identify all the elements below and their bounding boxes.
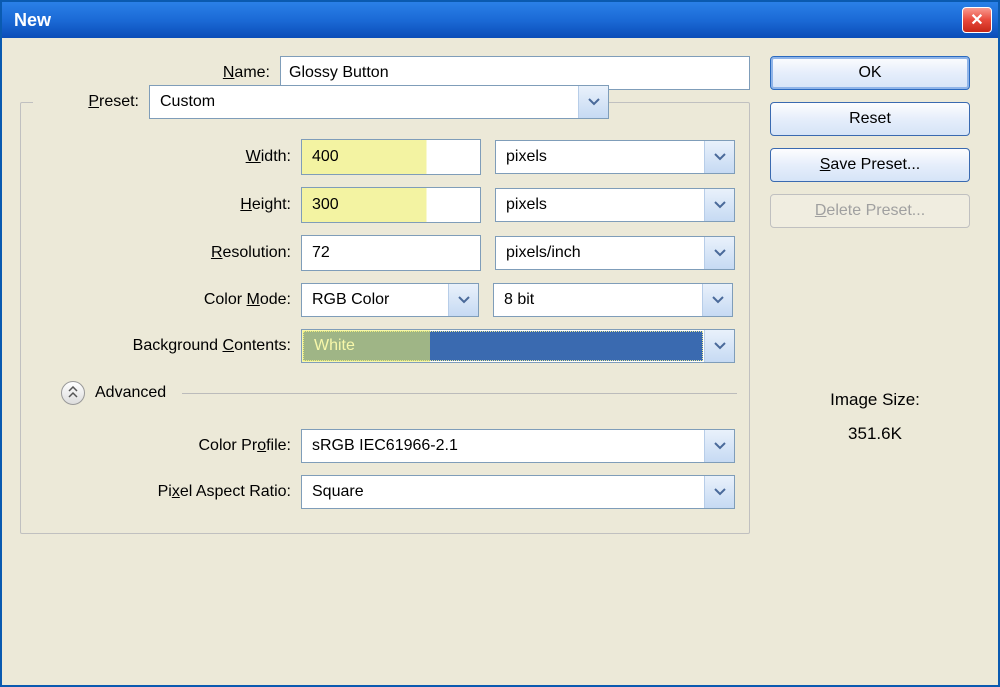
width-unit-select[interactable]: pixels [495, 140, 735, 174]
left-column: Name: Preset: Custom Width: [20, 56, 750, 534]
close-icon: ✕ [970, 10, 983, 30]
chevron-down-icon [578, 86, 608, 118]
colormode-value: RGB Color [302, 284, 448, 316]
width-label: Width: [33, 148, 301, 166]
colorprofile-select[interactable]: sRGB IEC61966-2.1 [301, 429, 735, 463]
chevron-down-icon [704, 141, 734, 173]
colorprofile-label: Color Profile: [33, 437, 301, 455]
resolution-label: Resolution: [33, 244, 301, 262]
preset-select[interactable]: Custom [149, 85, 609, 119]
pixelaspect-label: Pixel Aspect Ratio: [33, 483, 301, 501]
background-label: Background Contents: [33, 337, 301, 355]
name-label: Name: [20, 64, 280, 82]
close-button[interactable]: ✕ [962, 7, 992, 33]
height-unit-select[interactable]: pixels [495, 188, 735, 222]
bitdepth-value: 8 bit [494, 284, 702, 316]
height-label: Height: [33, 196, 301, 214]
pixelaspect-select[interactable]: Square [301, 475, 735, 509]
height-unit-value: pixels [496, 189, 704, 221]
ok-button[interactable]: OK [770, 56, 970, 90]
dialog-body: Name: Preset: Custom Width: [2, 38, 998, 544]
resolution-unit-value: pixels/inch [496, 237, 704, 269]
chevron-down-icon [448, 284, 478, 316]
resolution-unit-select[interactable]: pixels/inch [495, 236, 735, 270]
width-row: Width: pixels [33, 139, 737, 175]
chevron-down-icon [704, 189, 734, 221]
titlebar: New ✕ [2, 2, 998, 38]
pixelaspect-row: Pixel Aspect Ratio: Square [33, 475, 737, 509]
dimension-rows: Width: pixels Height: pix [33, 139, 737, 509]
dialog-title: New [8, 10, 51, 31]
image-size-value: 351.6K [770, 424, 980, 444]
background-value: White [303, 331, 703, 361]
height-row: Height: pixels [33, 187, 737, 223]
reset-button[interactable]: Reset [770, 102, 970, 136]
bitdepth-select[interactable]: 8 bit [493, 283, 733, 317]
advanced-label: Advanced [95, 384, 166, 402]
chevron-down-icon [702, 284, 732, 316]
colorprofile-row: Color Profile: sRGB IEC61966-2.1 [33, 429, 737, 463]
chevron-down-icon [704, 330, 734, 362]
height-input[interactable] [301, 187, 481, 223]
delete-preset-button: Delete Preset... [770, 194, 970, 228]
background-row: Background Contents: White [33, 329, 737, 363]
colorprofile-value: sRGB IEC61966-2.1 [302, 430, 704, 462]
new-dialog: New ✕ Name: Preset: Custom [0, 0, 1000, 687]
colormode-label: Color Mode: [33, 291, 301, 309]
advanced-toggle-button[interactable] [61, 381, 85, 405]
background-select[interactable]: White [301, 329, 735, 363]
settings-group: Preset: Custom Width: pixels [20, 102, 750, 534]
width-unit-value: pixels [496, 141, 704, 173]
resolution-input[interactable] [301, 235, 481, 271]
colormode-row: Color Mode: RGB Color 8 bit [33, 283, 737, 317]
preset-row: Preset: Custom [33, 85, 737, 119]
preset-label: Preset: [33, 93, 149, 111]
advanced-toggle-row: Advanced [61, 381, 737, 405]
pixelaspect-value: Square [302, 476, 704, 508]
chevron-up-icon [68, 386, 78, 401]
resolution-row: Resolution: pixels/inch [33, 235, 737, 271]
image-size-block: Image Size: 351.6K [770, 390, 980, 458]
divider [182, 393, 737, 394]
image-size-label: Image Size: [770, 390, 980, 410]
chevron-down-icon [704, 237, 734, 269]
chevron-down-icon [704, 476, 734, 508]
colormode-select[interactable]: RGB Color [301, 283, 479, 317]
right-column: OK Reset Save Preset... Delete Preset...… [770, 56, 980, 534]
width-input[interactable] [301, 139, 481, 175]
preset-value: Custom [150, 86, 578, 118]
save-preset-button[interactable]: Save Preset... [770, 148, 970, 182]
chevron-down-icon [704, 430, 734, 462]
